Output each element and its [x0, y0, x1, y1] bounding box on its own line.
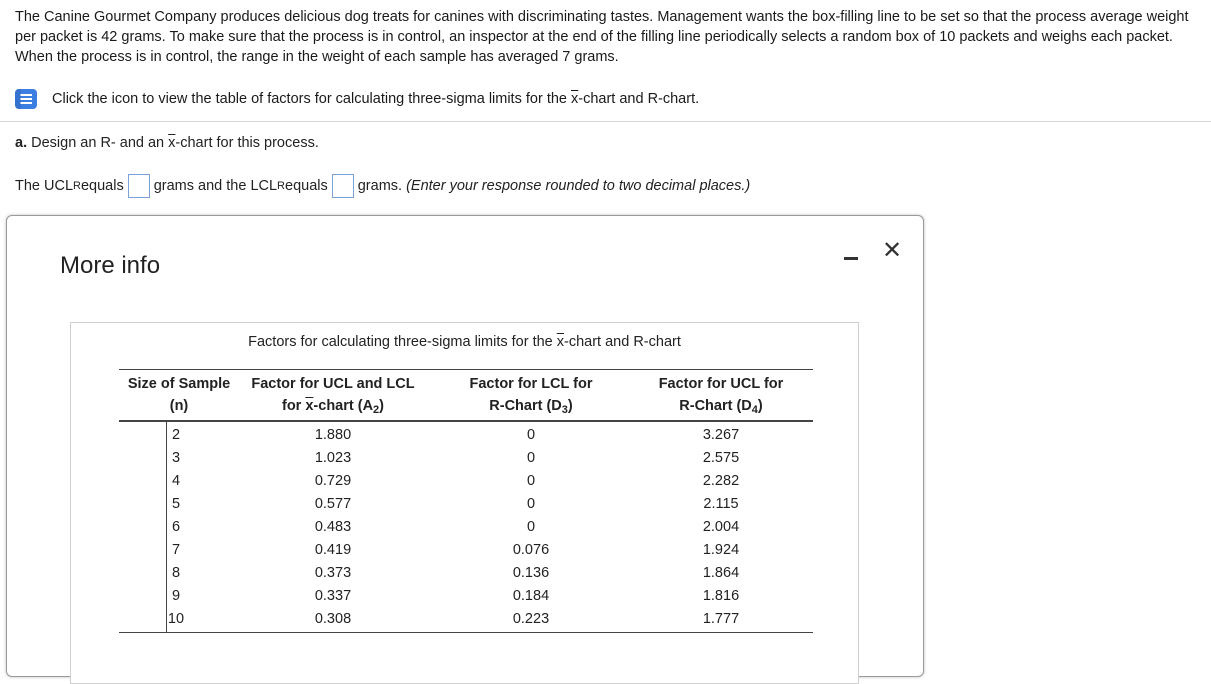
dialog-title: More info: [60, 252, 161, 279]
factors-table: Factors for calculating three-sigma limi…: [70, 322, 859, 684]
part-a-prompt: a. Design an R- and an x-chart for this …: [15, 135, 319, 151]
table-caption: Factors for calculating three-sigma limi…: [248, 334, 681, 350]
table-row: 10 0.308 0.223 1.777: [167, 611, 740, 627]
more-info-dialog: More info ✕ Factors for calculating thre…: [6, 215, 924, 684]
close-icon[interactable]: ✕: [881, 239, 903, 263]
problem-statement: The Canine Gourmet Company produces deli…: [15, 9, 1189, 65]
table-row: 4 0.729 0 2.282: [171, 473, 740, 489]
table-row: 8 0.373 0.136 1.864: [171, 565, 740, 581]
table-row: 7 0.419 0.076 1.924: [171, 542, 740, 558]
table-row: 9 0.337 0.184 1.816: [171, 588, 740, 604]
table-row: 5 0.577 0 2.115: [171, 496, 739, 512]
header-sample-size: Size of Sample (n): [127, 376, 231, 414]
table-row: 2 1.880 0 3.267: [171, 427, 740, 443]
table-link-row: Click the icon to view the table of fact…: [15, 89, 699, 109]
answer-hint: (Enter your response rounded to two deci…: [406, 178, 751, 194]
table-icon[interactable]: [15, 89, 37, 109]
ucl-r-input[interactable]: [127, 174, 150, 198]
header-a2: Factor for UCL and LCL for x-chart (A2): [251, 376, 415, 416]
table-row: 6 0.483 0 2.004: [171, 519, 740, 535]
answer-row: The UCL R equals grams and the LCL R equal…: [15, 174, 750, 198]
table-row: 3 1.023 0 2.575: [171, 450, 740, 466]
header-d4: Factor for UCL for R-Chart (D4): [658, 376, 784, 416]
lcl-r-input[interactable]: [331, 174, 354, 198]
header-d3: Factor for LCL for R-Chart (D3): [469, 376, 593, 416]
divider: [0, 121, 1211, 122]
table-link-text: Click the icon to view the table of fact…: [52, 91, 700, 107]
minimize-icon[interactable]: [843, 246, 861, 266]
